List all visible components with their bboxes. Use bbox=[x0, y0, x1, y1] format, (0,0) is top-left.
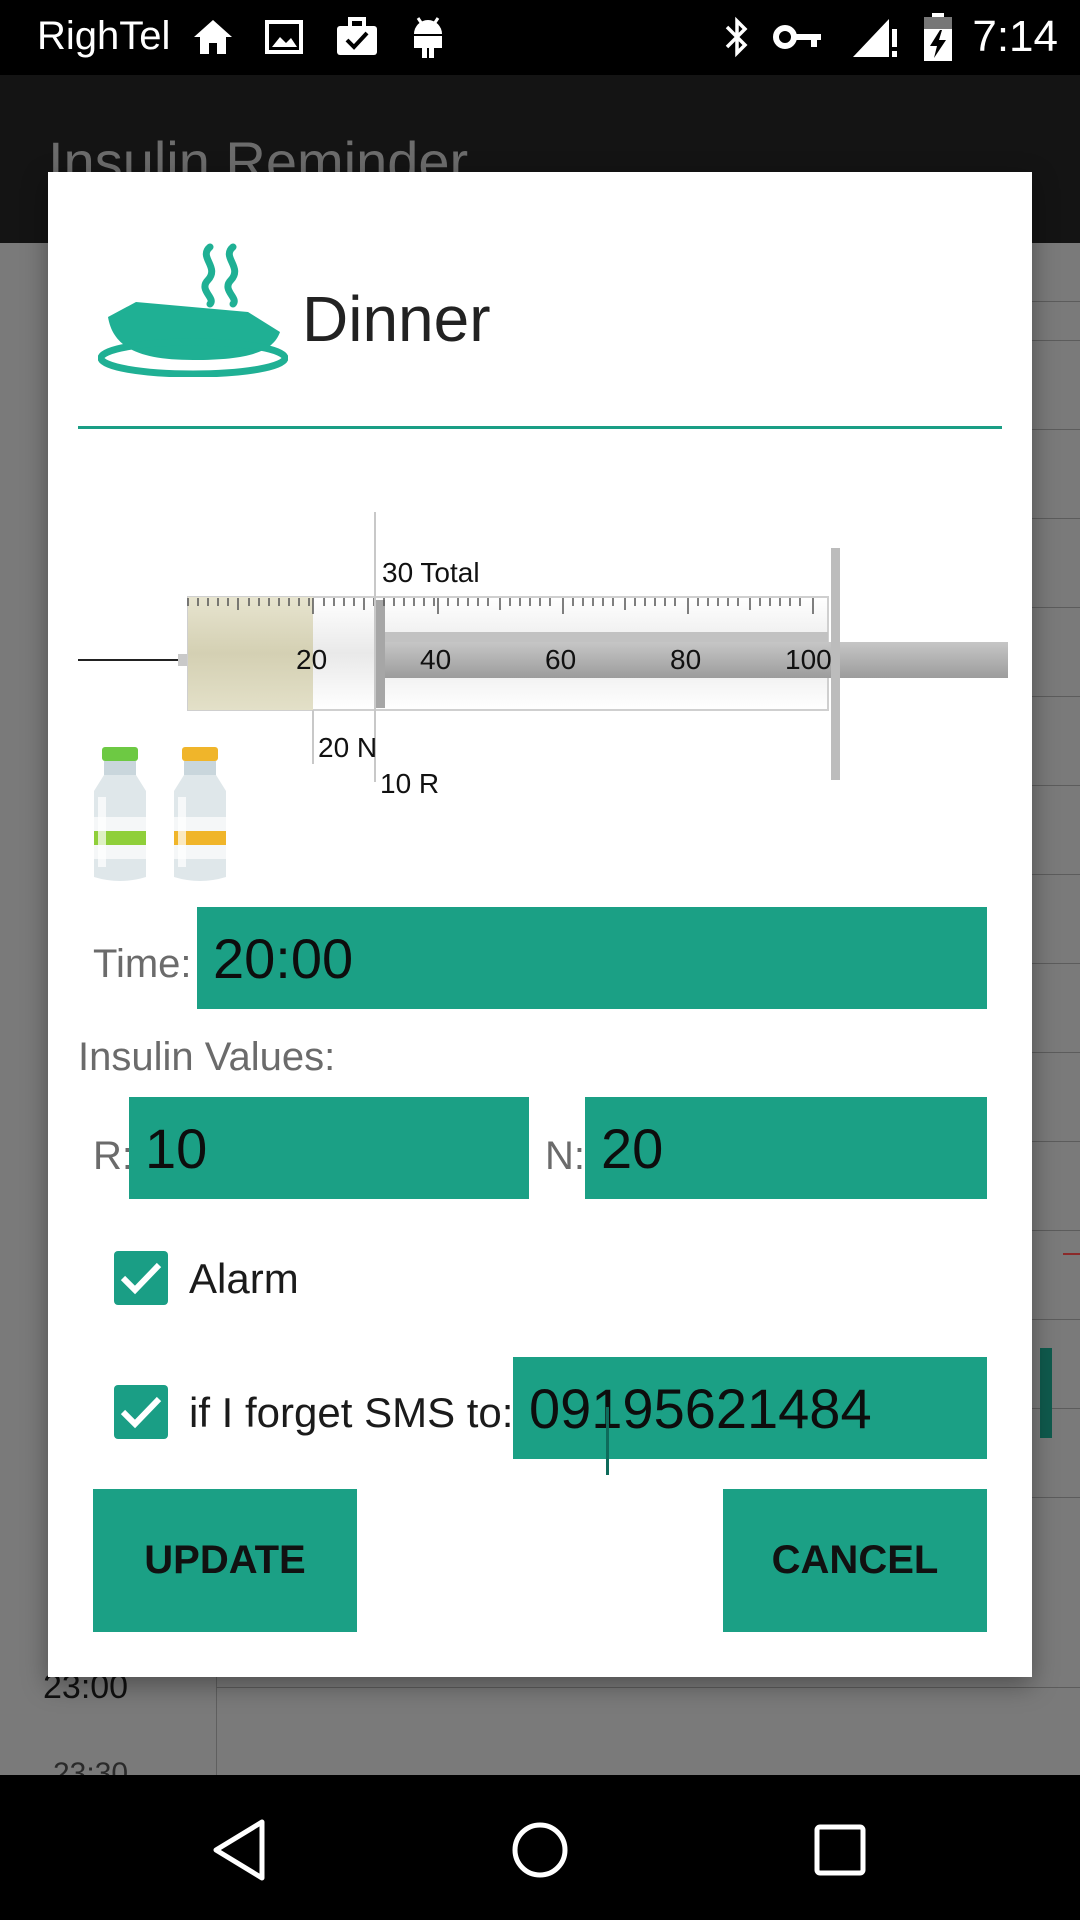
time-field[interactable]: 20:00 bbox=[197, 907, 987, 1009]
scale-label: 20 bbox=[296, 644, 328, 675]
carrier-name: RighTel bbox=[37, 14, 171, 58]
divider bbox=[1030, 1408, 1080, 1409]
n-insulin-vial-icon bbox=[88, 747, 152, 885]
alarm-checkbox[interactable] bbox=[114, 1251, 168, 1305]
divider bbox=[1030, 1319, 1080, 1320]
divider bbox=[1030, 340, 1080, 341]
navigation-bar bbox=[0, 1775, 1080, 1920]
checkmark-icon bbox=[120, 1396, 162, 1429]
update-button[interactable]: UPDATE bbox=[93, 1489, 357, 1632]
divider bbox=[1030, 607, 1080, 608]
time-label: Time: bbox=[93, 942, 192, 986]
n-value-field[interactable]: 20 bbox=[585, 1097, 987, 1199]
n-insulin-fill bbox=[188, 597, 313, 710]
home-circle-icon[interactable] bbox=[500, 1810, 580, 1890]
battery-charging-icon bbox=[918, 13, 958, 61]
back-icon[interactable] bbox=[200, 1810, 280, 1890]
total-dose-label: 30 Total bbox=[382, 557, 480, 588]
scale-label: 80 bbox=[670, 644, 702, 675]
signal-icon bbox=[850, 14, 900, 60]
divider bbox=[1030, 518, 1080, 519]
sms-label[interactable]: if I forget SMS to: bbox=[189, 1389, 513, 1437]
key-icon bbox=[772, 14, 824, 60]
insulin-values-label: Insulin Values: bbox=[78, 1035, 336, 1079]
briefcase-check-icon bbox=[334, 14, 380, 60]
home-icon bbox=[190, 14, 236, 60]
divider bbox=[1030, 874, 1080, 875]
scale-label: 60 bbox=[545, 644, 577, 675]
alarm-label[interactable]: Alarm bbox=[189, 1255, 299, 1303]
status-bar: RighTel 7:14 bbox=[0, 0, 1080, 75]
sms-phone-field[interactable]: 09195621484 bbox=[513, 1357, 987, 1459]
divider bbox=[1030, 696, 1080, 697]
scale-label: 100 bbox=[785, 644, 832, 675]
divider bbox=[1030, 1052, 1080, 1053]
divider bbox=[1030, 1497, 1080, 1498]
r-insulin-vial-icon bbox=[168, 747, 232, 885]
image-icon bbox=[262, 14, 306, 60]
divider bbox=[1030, 1230, 1080, 1231]
r-value-field[interactable]: 10 bbox=[129, 1097, 529, 1199]
scale-label: 40 bbox=[420, 644, 452, 675]
edit-dose-dialog: Dinner 30 Total 20 40 60 80 100 20 N 10 … bbox=[48, 172, 1032, 1677]
text-cursor bbox=[606, 1407, 609, 1475]
cancel-button[interactable]: CANCEL bbox=[723, 1489, 987, 1632]
r-label: R: bbox=[93, 1134, 133, 1178]
current-time-marker bbox=[1063, 1253, 1080, 1255]
divider bbox=[1030, 1141, 1080, 1142]
android-icon bbox=[408, 14, 448, 60]
sms-checkbox[interactable] bbox=[114, 1385, 168, 1439]
checkmark-icon bbox=[120, 1262, 162, 1295]
n-label: N: bbox=[545, 1134, 585, 1178]
status-clock: 7:14 bbox=[972, 12, 1058, 61]
divider bbox=[1030, 429, 1080, 430]
syringe-diagram: 30 Total 20 40 60 80 100 20 N 10 R bbox=[78, 472, 1008, 799]
divider bbox=[216, 1687, 1080, 1688]
divider bbox=[1030, 785, 1080, 786]
divider bbox=[1030, 301, 1080, 302]
title-divider bbox=[78, 426, 1002, 429]
divider bbox=[1030, 963, 1080, 964]
dinner-bowl-icon bbox=[97, 242, 289, 378]
dialog-title: Dinner bbox=[302, 283, 491, 355]
event-block bbox=[1040, 1348, 1052, 1438]
r-dose-label: 10 R bbox=[380, 768, 440, 799]
bluetooth-icon bbox=[720, 14, 754, 60]
recent-apps-icon[interactable] bbox=[800, 1810, 880, 1890]
n-dose-label: 20 N bbox=[318, 732, 378, 763]
